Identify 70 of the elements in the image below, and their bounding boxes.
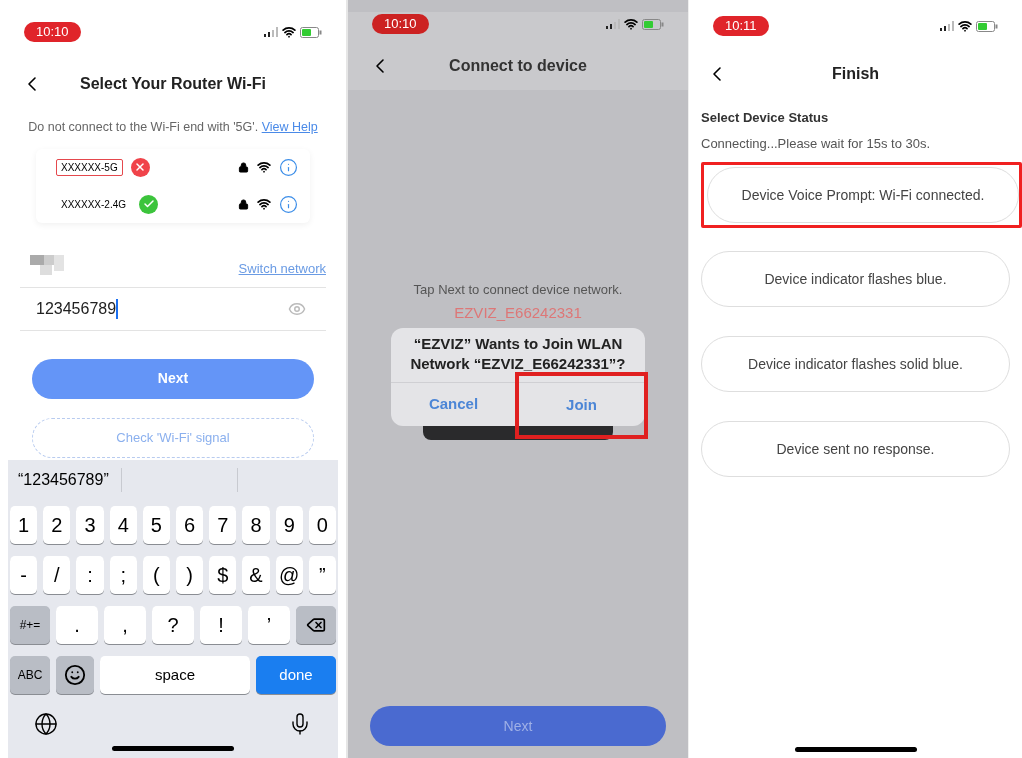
screen-title: Finish — [831, 64, 880, 84]
keyboard-key[interactable]: ( — [142, 555, 170, 594]
wifi-icon — [958, 19, 972, 33]
status-option[interactable]: Device sent no response. — [701, 421, 1010, 477]
status-option[interactable]: Device indicator flashes blue. — [701, 251, 1010, 307]
keyboard-key[interactable]: $ — [209, 555, 237, 594]
keyboard-key[interactable]: 3 — [76, 505, 104, 544]
keyboard-key[interactable]: ? — [152, 605, 194, 644]
screen-title: Select Your Router Wi-Fi — [80, 74, 266, 94]
battery-icon — [642, 18, 664, 30]
status-time: 10:10 — [24, 22, 81, 42]
status-time: 10:10 — [372, 14, 429, 34]
keyboard-key[interactable]: , — [104, 605, 146, 644]
status-option[interactable]: Device indicator flashes solid blue. — [701, 336, 1010, 392]
keyboard-key[interactable]: 9 — [275, 505, 303, 544]
keyboard-key[interactable]: 2 — [43, 505, 71, 544]
smiley-icon — [64, 663, 86, 686]
keyboard-key[interactable]: : — [76, 555, 104, 594]
keyboard-key[interactable]: #+= — [10, 605, 50, 644]
battery-icon — [976, 20, 998, 32]
keyboard-key[interactable]: 7 — [209, 505, 237, 544]
keyboard-suggestion[interactable]: “123456789” — [10, 467, 122, 492]
section-heading: Select Device Status — [701, 109, 830, 127]
keyboard-key[interactable]: ABC — [10, 655, 50, 694]
keyboard-key[interactable]: - — [10, 555, 38, 594]
keyboard-key[interactable]: 1 — [10, 505, 38, 544]
notice-text: Do not connect to the Wi-Fi end with '5G'. View Help — [27, 119, 319, 136]
backspace-key[interactable] — [296, 605, 336, 644]
keyboard-key[interactable]: ’ — [248, 605, 290, 644]
view-help-link[interactable]: View Help — [261, 120, 318, 134]
wifi-icon — [624, 17, 638, 31]
info-icon[interactable] — [279, 157, 298, 177]
dialog-message: “EZVIZ” Wants to Join WLAN Network “EZVIZ_E66242331”? — [409, 334, 627, 374]
keyboard-key[interactable]: 4 — [109, 505, 137, 544]
keyboard-key[interactable]: 8 — [242, 505, 270, 544]
keyboard-key[interactable]: 0 — [308, 505, 337, 544]
wifi-icon — [282, 25, 296, 39]
status-option[interactable]: Device Voice Prompt: Wi-Fi connected. — [707, 167, 1019, 223]
keyboard-key[interactable]: ; — [109, 555, 137, 594]
emoji-key[interactable] — [56, 655, 94, 694]
signal-icon — [606, 19, 620, 29]
done-key[interactable]: done — [256, 655, 336, 694]
password-field[interactable]: 123456789 — [20, 287, 326, 331]
status-time: 10:11 — [713, 16, 769, 36]
globe-icon[interactable] — [34, 711, 58, 736]
keyboard-key[interactable]: ) — [176, 555, 204, 594]
keyboard-key[interactable]: ! — [200, 605, 242, 644]
keyboard-key[interactable]: & — [242, 555, 270, 594]
keyboard-key[interactable]: ” — [308, 555, 337, 594]
network-name: XXXXXX-2.4G — [60, 197, 128, 212]
network-name: XXXXXX-5G — [56, 158, 123, 176]
wifi-icon — [257, 160, 271, 175]
info-icon[interactable] — [279, 194, 298, 214]
status-subtitle: Connecting...Please wait for 15s to 30s. — [701, 134, 932, 153]
instruction-text: Tap Next to connect device network. — [412, 281, 624, 299]
keyboard-key[interactable]: 6 — [176, 505, 204, 544]
space-key[interactable]: space — [100, 655, 250, 694]
keyboard-key[interactable]: @ — [275, 555, 303, 594]
keyboard-key[interactable]: 5 — [142, 505, 170, 544]
lock-icon — [238, 198, 249, 210]
screen-title: Connect to device — [449, 56, 587, 76]
signal-icon — [264, 27, 278, 37]
password-value: 123456789 — [36, 298, 117, 319]
battery-icon — [300, 26, 322, 38]
lock-icon — [238, 161, 249, 173]
signal-icon — [940, 21, 954, 31]
keyboard-key[interactable]: . — [56, 605, 98, 644]
keyboard-key[interactable]: / — [43, 555, 71, 594]
wifi-icon — [257, 197, 271, 212]
device-network-name: EZVIZ_E66242331 — [453, 302, 583, 323]
